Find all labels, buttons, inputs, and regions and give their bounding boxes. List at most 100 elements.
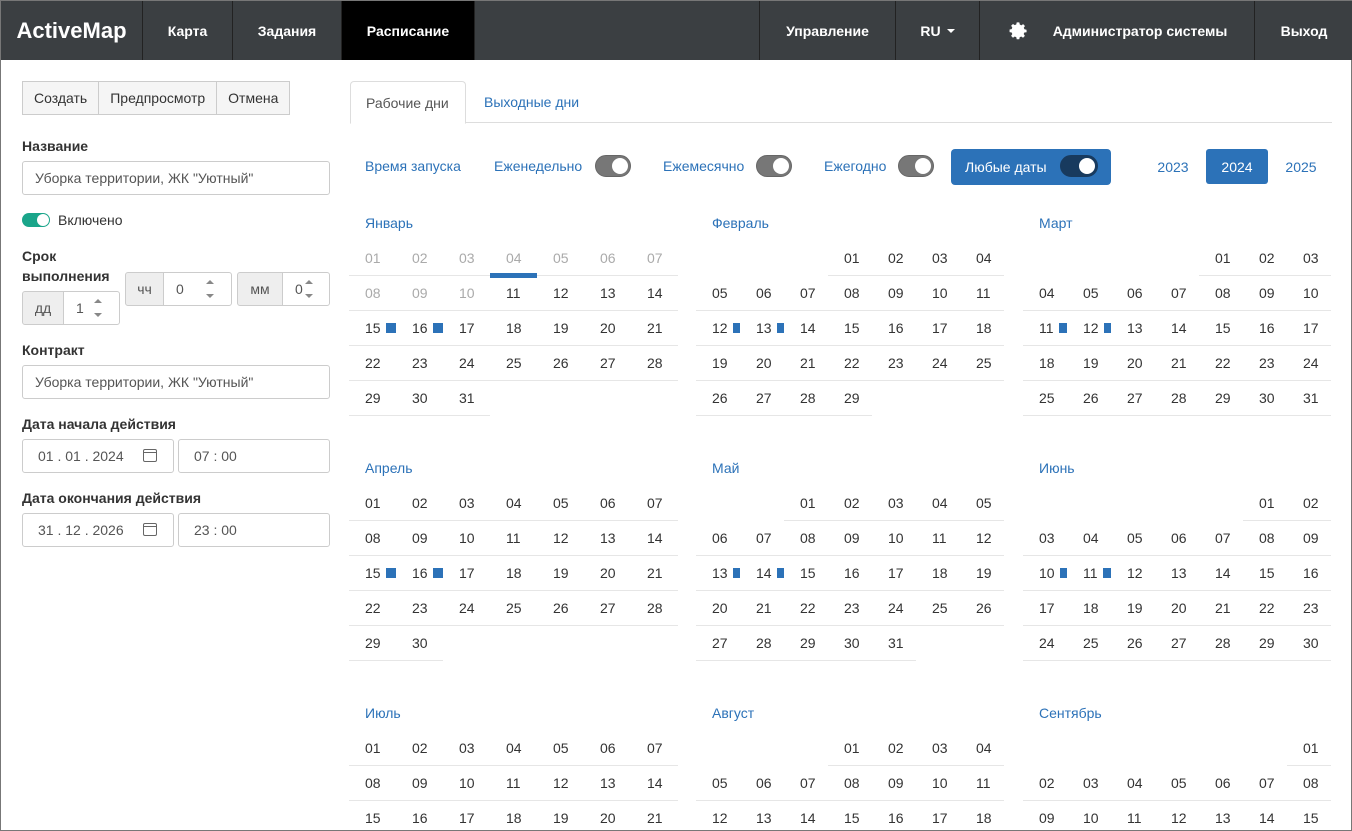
nav-item-map[interactable]: Карта	[143, 1, 233, 60]
calendar-day[interactable]: 11	[490, 276, 537, 311]
calendar-day[interactable]: 10	[443, 521, 490, 556]
calendar-day[interactable]: 03	[872, 486, 916, 521]
calendar-day[interactable]: 21	[1199, 591, 1243, 626]
calendar-day[interactable]: 16	[396, 311, 443, 346]
calendar-day[interactable]: 20	[740, 346, 784, 381]
calendar-day[interactable]: 18	[960, 311, 1004, 346]
calendar-day[interactable]: 09	[396, 276, 443, 311]
calendar-day[interactable]: 12	[537, 521, 584, 556]
calendar-day[interactable]: 29	[828, 381, 872, 416]
calendar-day[interactable]: 15	[349, 801, 396, 831]
calendar-day[interactable]: 07	[784, 276, 828, 311]
end-time-input[interactable]: 23 : 00	[178, 513, 330, 547]
hours-stepper-icon[interactable]	[204, 280, 216, 298]
calendar-day[interactable]: 05	[537, 241, 584, 276]
calendar-day[interactable]: 10	[1023, 556, 1067, 591]
calendar-day[interactable]: 21	[740, 591, 784, 626]
calendar-day[interactable]: 05	[537, 731, 584, 766]
calendar-day[interactable]: 01	[828, 731, 872, 766]
calendar-day[interactable]: 17	[443, 556, 490, 591]
calendar-day[interactable]: 19	[960, 556, 1004, 591]
calendar-day[interactable]: 14	[1155, 311, 1199, 346]
calendar-day[interactable]: 20	[584, 311, 631, 346]
calendar-day[interactable]: 21	[631, 556, 678, 591]
calendar-day[interactable]: 05	[1067, 276, 1111, 311]
nav-user-menu[interactable]: Администратор системы	[980, 1, 1255, 60]
calendar-day[interactable]: 31	[443, 381, 490, 416]
calendar-day[interactable]: 03	[443, 731, 490, 766]
calendar-day[interactable]: 28	[740, 626, 784, 661]
calendar-day[interactable]: 25	[916, 591, 960, 626]
calendar-day[interactable]: 02	[1287, 486, 1331, 521]
calendar-day[interactable]: 17	[443, 311, 490, 346]
calendar-day[interactable]: 09	[828, 521, 872, 556]
tab-weekends[interactable]: Выходные дни	[469, 81, 594, 123]
calendar-day[interactable]: 10	[443, 276, 490, 311]
calendar-day[interactable]: 06	[584, 731, 631, 766]
enabled-toggle[interactable]	[22, 213, 50, 227]
weekly-toggle[interactable]	[595, 155, 631, 177]
calendar-day[interactable]: 14	[784, 801, 828, 831]
calendar-day[interactable]: 22	[349, 346, 396, 381]
calendar-day[interactable]: 14	[740, 556, 784, 591]
calendar-day[interactable]: 14	[631, 276, 678, 311]
calendar-day[interactable]: 09	[396, 766, 443, 801]
monthly-toggle[interactable]	[756, 155, 792, 177]
calendar-day[interactable]: 30	[1243, 381, 1287, 416]
calendar-day[interactable]: 01	[1243, 486, 1287, 521]
calendar-day[interactable]: 14	[631, 521, 678, 556]
calendar-day[interactable]: 19	[1067, 346, 1111, 381]
calendar-day[interactable]: 14	[631, 766, 678, 801]
preview-button[interactable]: Предпросмотр	[99, 81, 218, 115]
calendar-day[interactable]: 04	[916, 486, 960, 521]
calendar-day[interactable]: 05	[696, 766, 740, 801]
calendar-day[interactable]: 01	[349, 241, 396, 276]
calendar-day[interactable]: 31	[872, 626, 916, 661]
calendar-day[interactable]: 10	[1287, 276, 1331, 311]
calendar-day[interactable]: 20	[584, 556, 631, 591]
calendar-day[interactable]: 09	[1023, 801, 1067, 831]
calendar-day[interactable]: 26	[1111, 626, 1155, 661]
calendar-day[interactable]: 28	[631, 591, 678, 626]
calendar-day[interactable]: 21	[1155, 346, 1199, 381]
calendar-day[interactable]: 14	[1243, 801, 1287, 831]
calendar-day[interactable]: 04	[490, 241, 537, 278]
calendar-day[interactable]: 27	[584, 591, 631, 626]
calendar-day[interactable]: 01	[828, 241, 872, 276]
calendar-day[interactable]: 06	[1199, 766, 1243, 801]
calendar-day[interactable]: 31	[1287, 381, 1331, 416]
calendar-day[interactable]: 13	[696, 556, 740, 591]
calendar-day[interactable]: 04	[490, 486, 537, 521]
calendar-day[interactable]: 16	[396, 801, 443, 831]
calendar-day[interactable]: 01	[349, 731, 396, 766]
calendar-day[interactable]: 08	[349, 766, 396, 801]
calendar-day[interactable]: 07	[631, 731, 678, 766]
any-dates-toggle[interactable]	[1060, 155, 1098, 177]
calendar-day[interactable]: 11	[916, 521, 960, 556]
calendar-day[interactable]: 02	[872, 241, 916, 276]
calendar-day[interactable]: 09	[396, 521, 443, 556]
calendar-day[interactable]: 06	[584, 241, 631, 276]
calendar-day[interactable]: 13	[740, 801, 784, 831]
calendar-day[interactable]: 08	[349, 521, 396, 556]
calendar-day[interactable]: 15	[1287, 801, 1331, 831]
year-2023[interactable]: 2023	[1143, 149, 1203, 184]
calendar-day[interactable]: 05	[696, 276, 740, 311]
calendar-day[interactable]: 28	[784, 381, 828, 416]
calendar-day[interactable]: 18	[490, 556, 537, 591]
calendar-day[interactable]: 12	[696, 311, 740, 346]
calendar-day[interactable]: 13	[584, 276, 631, 311]
calendar-day[interactable]: 11	[960, 766, 1004, 801]
calendar-day[interactable]: 08	[1287, 766, 1331, 801]
calendar-day[interactable]: 06	[740, 766, 784, 801]
calendar-day[interactable]: 15	[784, 556, 828, 591]
calendar-day[interactable]: 24	[916, 346, 960, 381]
calendar-day[interactable]: 05	[1155, 766, 1199, 801]
minutes-stepper-icon[interactable]	[303, 280, 315, 298]
calendar-day[interactable]: 08	[784, 521, 828, 556]
calendar-day[interactable]: 08	[828, 766, 872, 801]
calendar-day[interactable]: 26	[696, 381, 740, 416]
calendar-day[interactable]: 13	[1199, 801, 1243, 831]
calendar-day[interactable]: 18	[916, 556, 960, 591]
calendar-day[interactable]: 14	[784, 311, 828, 346]
